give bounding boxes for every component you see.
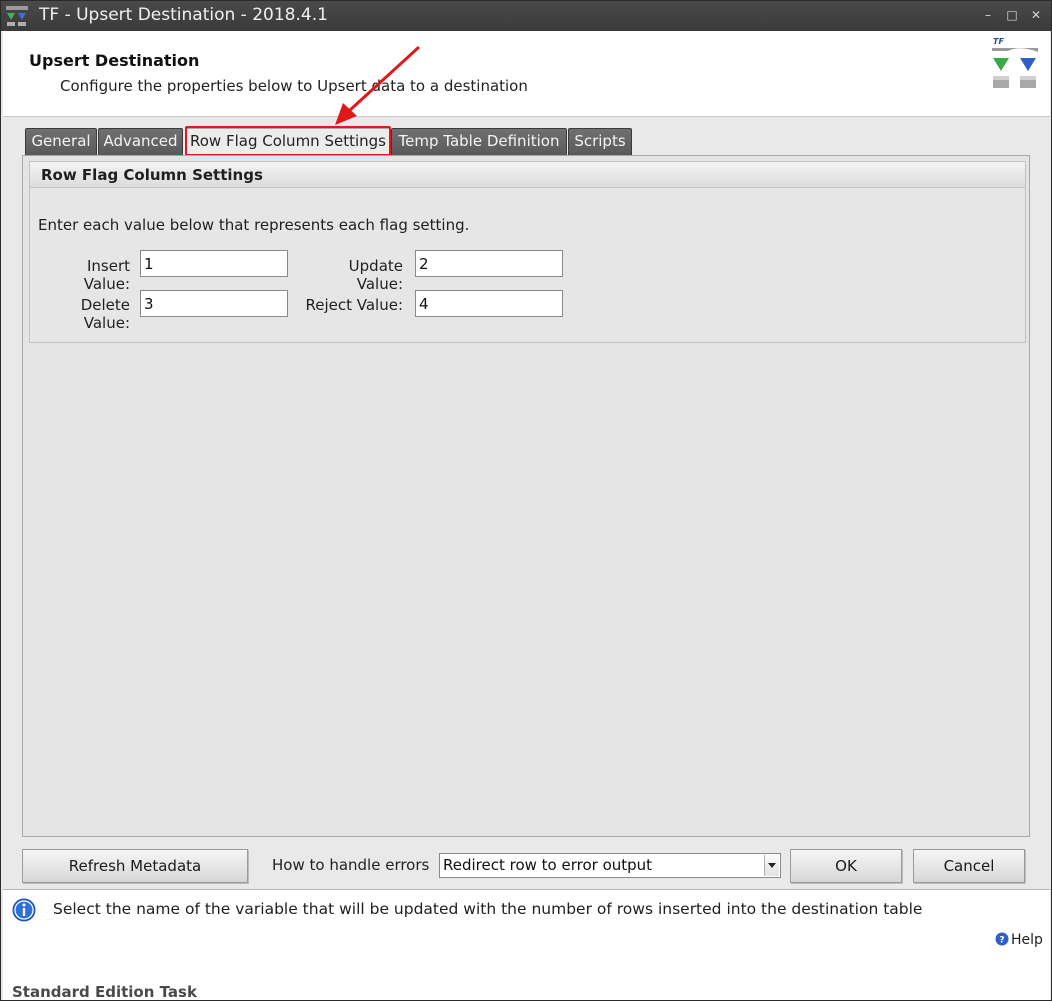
maximize-icon[interactable]: □ bbox=[1001, 5, 1023, 25]
tab-row-flag-column-settings[interactable]: Row Flag Column Settings bbox=[185, 128, 391, 156]
tab-temp-table-definition[interactable]: Temp Table Definition bbox=[391, 128, 567, 155]
header-subtitle: Configure the properties below to Upsert… bbox=[60, 77, 528, 95]
delete-value-input[interactable] bbox=[140, 290, 288, 317]
reject-value-input[interactable] bbox=[415, 290, 563, 317]
cancel-button[interactable]: Cancel bbox=[913, 849, 1025, 883]
row-flag-group: Row Flag Column Settings Enter each valu… bbox=[29, 161, 1026, 343]
insert-value-input[interactable] bbox=[140, 250, 288, 277]
info-area: Select the name of the variable that wil… bbox=[3, 889, 1050, 1001]
error-handling-select[interactable]: Redirect row to error output bbox=[439, 853, 781, 878]
title-bar[interactable]: TF - Upsert Destination - 2018.4.1 – □ ✕ bbox=[1, 1, 1051, 31]
tab-advanced[interactable]: Advanced bbox=[98, 128, 183, 155]
help-icon: ? bbox=[995, 932, 1009, 946]
minimize-icon[interactable]: – bbox=[977, 5, 999, 25]
refresh-metadata-button[interactable]: Refresh Metadata bbox=[22, 849, 248, 883]
insert-value-label: Insert Value: bbox=[83, 257, 130, 293]
dialog-header: Upsert Destination Configure the propert… bbox=[3, 31, 1050, 117]
tab-general[interactable]: General bbox=[25, 128, 97, 155]
close-icon[interactable]: ✕ bbox=[1025, 5, 1047, 25]
app-icon bbox=[6, 6, 28, 26]
svg-text:?: ? bbox=[999, 936, 1004, 946]
error-handling-value: Redirect row to error output bbox=[443, 856, 653, 874]
tab-scripts[interactable]: Scripts bbox=[568, 128, 632, 155]
error-handling-label: How to handle errors bbox=[272, 856, 430, 874]
update-value-input[interactable] bbox=[415, 250, 563, 277]
window-title: TF - Upsert Destination - 2018.4.1 bbox=[39, 5, 328, 25]
logo-text: TF bbox=[993, 37, 1004, 46]
dialog-window: TF - Upsert Destination - 2018.4.1 – □ ✕… bbox=[0, 0, 1052, 1001]
task-factory-logo: TF bbox=[992, 37, 1038, 88]
help-label: Help bbox=[1011, 932, 1043, 948]
info-text: Select the name of the variable that wil… bbox=[53, 900, 923, 918]
tab-content-panel: Row Flag Column Settings Enter each valu… bbox=[22, 155, 1030, 837]
edition-label: Standard Edition Task bbox=[12, 983, 197, 1001]
instructions-text: Enter each value below that represents e… bbox=[38, 216, 470, 234]
dropdown-arrow-icon[interactable] bbox=[764, 855, 779, 876]
update-value-label: Update Value: bbox=[348, 257, 403, 293]
header-title: Upsert Destination bbox=[29, 51, 200, 70]
group-title: Row Flag Column Settings bbox=[30, 162, 1025, 188]
help-link[interactable]: ? Help bbox=[995, 932, 1043, 948]
reject-value-label: Reject Value: bbox=[305, 296, 403, 314]
delete-value-label: Delete Value: bbox=[80, 296, 130, 332]
ok-button[interactable]: OK bbox=[790, 849, 902, 883]
info-icon bbox=[12, 898, 36, 922]
